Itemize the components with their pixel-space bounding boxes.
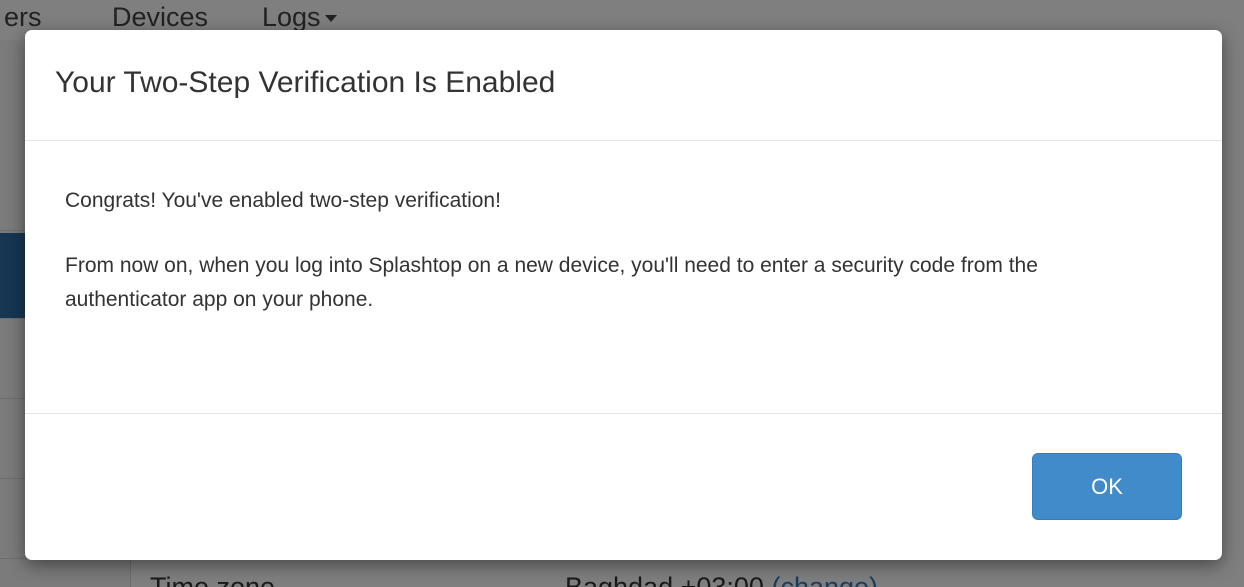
congrats-message: Congrats! You've enabled two-step verifi… (65, 189, 501, 212)
dialog-header: Your Two-Step Verification Is Enabled (25, 30, 1222, 141)
dialog-title: Your Two-Step Verification Is Enabled (55, 66, 556, 99)
dialog-footer: OK (25, 413, 1222, 560)
info-message: From now on, when you log into Splashtop… (65, 254, 1038, 311)
ok-button[interactable]: OK (1032, 453, 1182, 520)
page: ers Devices Logs Time zone Baghdad +03:0… (0, 0, 1244, 587)
two-step-enabled-dialog: Your Two-Step Verification Is Enabled Co… (25, 30, 1222, 560)
dialog-body: Congrats! You've enabled two-step verifi… (25, 141, 1222, 413)
